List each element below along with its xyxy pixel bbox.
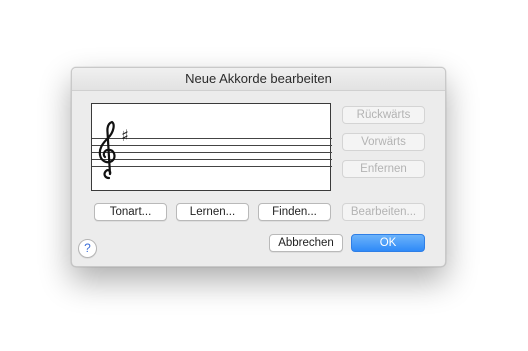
remove-button[interactable]: Enfernen — [342, 160, 425, 178]
dialog-title: Neue Akkorde bearbeiten — [72, 68, 445, 91]
cancel-button[interactable]: Abbrechen — [269, 234, 343, 252]
ok-button[interactable]: OK — [351, 234, 425, 252]
back-button[interactable]: Rückwärts — [342, 106, 425, 124]
learn-button[interactable]: Lernen... — [176, 203, 249, 221]
find-button[interactable]: Finden... — [258, 203, 331, 221]
staff-preview: ♯ — [91, 103, 332, 191]
sharp-key-signature: ♯ — [121, 126, 129, 145]
edit-button[interactable]: Bearbeiten... — [342, 203, 425, 221]
music-staff: ♯ — [92, 120, 332, 180]
forward-button[interactable]: Vorwärts — [342, 133, 425, 151]
key-button[interactable]: Tonart... — [94, 203, 167, 221]
treble-clef-icon — [98, 120, 116, 180]
edit-chords-dialog: Neue Akkorde bearbeiten ♯ Rückwärts Vorw… — [71, 67, 446, 267]
help-button[interactable]: ? — [78, 239, 97, 258]
